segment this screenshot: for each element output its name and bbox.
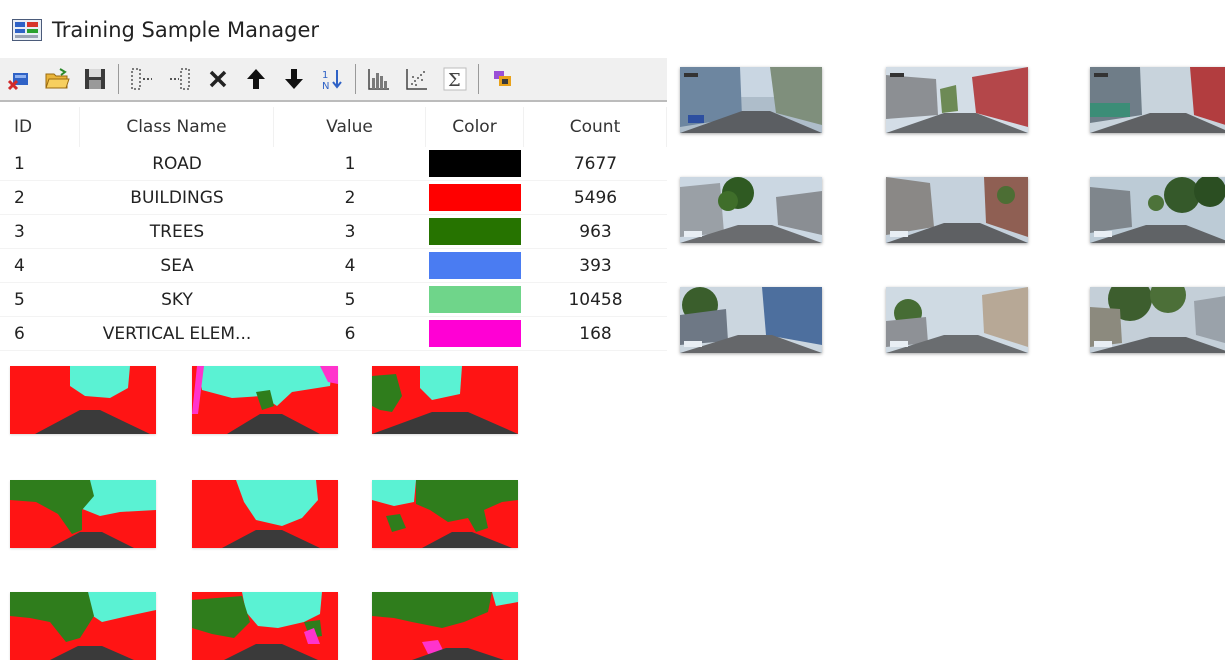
cell-color[interactable] <box>426 317 524 350</box>
column-header-id[interactable]: ID <box>0 107 80 147</box>
move-down-icon[interactable] <box>279 64 309 94</box>
save-icon[interactable] <box>80 64 110 94</box>
color-swatch[interactable] <box>429 252 521 279</box>
segmentation-mask-thumbnail <box>192 480 338 548</box>
cell-color[interactable] <box>426 249 524 282</box>
training-sample-manager-icon <box>12 19 42 41</box>
cell-class-name: BUILDINGS <box>130 187 224 208</box>
cell-id: 3 <box>14 221 25 242</box>
svg-text:N: N <box>322 81 329 92</box>
street-view-photo-thumbnail <box>886 287 1028 353</box>
svg-text:1: 1 <box>322 70 328 81</box>
table-row[interactable]: 3 TREES 3 963 <box>0 215 667 249</box>
column-header-value[interactable]: Value <box>274 107 426 147</box>
color-swatch[interactable] <box>429 320 521 347</box>
cell-value: 5 <box>344 289 356 310</box>
cell-count: 5496 <box>573 187 618 208</box>
street-view-photo-thumbnail <box>680 177 822 243</box>
table-row[interactable]: 2 BUILDINGS 2 5496 <box>0 181 667 215</box>
cell-class-name: TREES <box>149 221 205 242</box>
street-view-photo-thumbnail <box>886 177 1028 243</box>
scatterplot-icon[interactable] <box>402 64 432 94</box>
statistics-sigma-icon[interactable]: Σ <box>440 64 470 94</box>
segmentation-mask-thumbnail <box>372 592 518 660</box>
color-swatch[interactable] <box>429 184 521 211</box>
cell-id: 6 <box>14 323 25 344</box>
column-header-count[interactable]: Count <box>524 107 667 147</box>
cell-value: 2 <box>344 187 356 208</box>
window-titlebar: Training Sample Manager <box>12 14 319 46</box>
street-view-photo-thumbnail <box>886 67 1028 133</box>
cell-value: 1 <box>344 153 356 174</box>
segmentation-mask-thumbnail <box>10 480 156 548</box>
cell-color[interactable] <box>426 283 524 316</box>
table-row[interactable]: 4 SEA 4 393 <box>0 249 667 283</box>
training-samples-table: ID Class Name Value Color Count 1 ROAD 1… <box>0 107 667 351</box>
histogram-icon[interactable] <box>364 64 394 94</box>
cell-value: 6 <box>344 323 356 344</box>
separator <box>355 64 356 94</box>
table-row[interactable]: 5 SKY 5 10458 <box>0 283 667 317</box>
table-header: ID Class Name Value Color Count <box>0 107 667 147</box>
street-view-photo-thumbnail <box>1090 177 1225 243</box>
cell-class-name: ROAD <box>152 153 202 174</box>
cell-class-name: SEA <box>160 255 194 276</box>
street-view-photo-thumbnail <box>680 287 822 353</box>
cell-id: 1 <box>14 153 25 174</box>
color-swatch[interactable] <box>429 286 521 313</box>
merge-classes-icon[interactable] <box>127 64 157 94</box>
new-class-icon[interactable] <box>4 64 34 94</box>
export-icon[interactable] <box>487 64 517 94</box>
column-header-color[interactable]: Color <box>426 107 524 147</box>
cell-count: 10458 <box>568 289 623 310</box>
cell-id: 5 <box>14 289 25 310</box>
separator <box>478 64 479 94</box>
window-title: Training Sample Manager <box>52 18 320 42</box>
cell-id: 2 <box>14 187 25 208</box>
open-folder-icon[interactable] <box>42 64 72 94</box>
cell-class-name: VERTICAL ELEM... <box>102 323 252 344</box>
cell-count: 7677 <box>573 153 618 174</box>
street-view-photo-thumbnail <box>1090 67 1225 133</box>
cell-count: 393 <box>579 255 612 276</box>
cell-id: 4 <box>14 255 25 276</box>
segmentation-mask-thumbnail <box>372 480 518 548</box>
move-up-icon[interactable] <box>241 64 271 94</box>
cell-color[interactable] <box>426 215 524 248</box>
segmentation-mask-thumbnail <box>192 366 338 434</box>
separator <box>118 64 119 94</box>
segmentation-mask-thumbnail <box>372 366 518 434</box>
sort-icon[interactable]: 1N <box>317 64 347 94</box>
segmentation-mask-thumbnail <box>10 366 156 434</box>
color-swatch[interactable] <box>429 150 521 177</box>
color-swatch[interactable] <box>429 218 521 245</box>
cell-color[interactable] <box>426 181 524 214</box>
cell-count: 963 <box>579 221 612 242</box>
street-view-photo-thumbnail <box>1090 287 1225 353</box>
segmentation-mask-thumbnail <box>192 592 338 660</box>
delete-icon[interactable] <box>203 64 233 94</box>
cell-value: 3 <box>344 221 356 242</box>
segmentation-mask-thumbnail <box>10 592 156 660</box>
split-class-icon[interactable] <box>165 64 195 94</box>
column-header-class-name[interactable]: Class Name <box>80 107 274 147</box>
cell-class-name: SKY <box>161 289 193 310</box>
toolbar: 1N Σ <box>0 58 667 102</box>
cell-color[interactable] <box>426 147 524 180</box>
street-view-photo-thumbnail <box>680 67 822 133</box>
table-row[interactable]: 1 ROAD 1 7677 <box>0 147 667 181</box>
svg-text:Σ: Σ <box>448 70 461 91</box>
cell-value: 4 <box>344 255 356 276</box>
table-row[interactable]: 6 VERTICAL ELEM... 6 168 <box>0 317 667 351</box>
cell-count: 168 <box>579 323 612 344</box>
